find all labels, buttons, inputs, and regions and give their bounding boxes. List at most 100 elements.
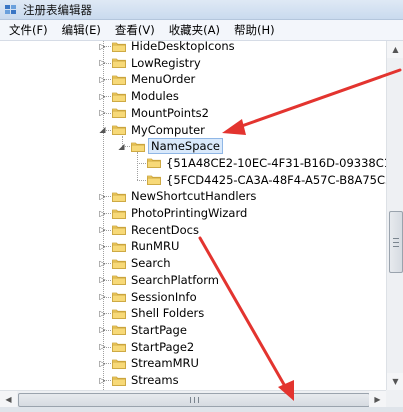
- vertical-scrollbar[interactable]: ▲ ▼: [386, 41, 403, 390]
- menu-bar: 文件(F) 编辑(E) 查看(V) 收藏夹(A) 帮助(H): [0, 20, 403, 41]
- tree-node-label: SessionInfo: [131, 289, 197, 304]
- tree-branch-line: [137, 179, 146, 181]
- tree-node[interactable]: ▷ RunMRU: [99, 238, 181, 254]
- tree-node[interactable]: ▷ HideDesktopIcons: [99, 41, 237, 54]
- tree-node[interactable]: ▷ StreamMRU: [99, 355, 201, 371]
- window-title: 注册表编辑器: [23, 2, 92, 17]
- menu-view[interactable]: 查看(V): [108, 20, 162, 40]
- folder-icon: [112, 107, 126, 119]
- tree-node[interactable]: ▷ NewShortcutHandlers: [99, 188, 258, 204]
- expand-arrow-icon[interactable]: ▷: [98, 339, 107, 355]
- horizontal-scrollbar[interactable]: ◀ ▶: [0, 390, 386, 408]
- menu-help[interactable]: 帮助(H): [227, 20, 282, 40]
- tree-node[interactable]: ▷ Modules: [99, 88, 181, 104]
- folder-icon: [112, 91, 126, 102]
- tree-node[interactable]: ▷ Shell Folders: [99, 305, 206, 321]
- tree-node-label: {51A48CE2-10EC-4F31-B16D-09338C1D2FDF}: [166, 155, 386, 170]
- folder-icon: [112, 375, 126, 386]
- tree-guide-line: [122, 135, 123, 147]
- tree-node[interactable]: ▷ SearchPlatform: [99, 272, 221, 288]
- tree-node[interactable]: ▷ StartPage: [99, 322, 189, 338]
- scrollbar-corner: [386, 390, 403, 407]
- menu-favorites[interactable]: 收藏夹(A): [162, 20, 227, 40]
- tree-node-clsid[interactable]: {5FCD4425-CA3A-48F4-A57C-B8A75C32ACB1}: [147, 172, 386, 188]
- folder-icon: [112, 274, 126, 286]
- tree-node[interactable]: ▷ SessionInfo: [99, 289, 199, 305]
- tree-node[interactable]: ▷ StartPage2: [99, 339, 196, 355]
- scroll-left-button[interactable]: ◀: [0, 391, 17, 408]
- expand-arrow-icon[interactable]: ▷: [98, 272, 107, 288]
- vertical-scroll-thumb[interactable]: [389, 211, 403, 273]
- tree-node-label: Shell Folders: [131, 306, 205, 321]
- expand-arrow-icon[interactable]: ▷: [98, 105, 107, 121]
- tree-node-label: PhotoPrintingWizard: [131, 206, 248, 220]
- registry-key-tree[interactable]: ▷ HideDesktopIcons ▷ LowRegistry ▷ MenuOrder ▷…: [0, 41, 386, 390]
- expand-arrow-icon[interactable]: ▷: [98, 222, 107, 238]
- folder-icon: [112, 124, 126, 135]
- expand-arrow-icon[interactable]: ▷: [98, 238, 107, 254]
- menu-edit[interactable]: 编辑(E): [55, 20, 108, 40]
- tree-node[interactable]: ▷ MenuOrder: [99, 71, 197, 87]
- expand-arrow-icon[interactable]: ▷: [98, 71, 107, 87]
- tree-node-label: NewShortcutHandlers: [131, 189, 257, 204]
- tree-node-label: Modules: [131, 89, 179, 104]
- tree-node-label: StreamMRU: [131, 356, 199, 371]
- registry-editor-icon: [4, 4, 18, 16]
- expand-arrow-icon[interactable]: ▷: [98, 55, 107, 71]
- tree-node-label: MountPoints2: [131, 105, 209, 120]
- folder-icon: [112, 324, 126, 336]
- expand-arrow-icon[interactable]: ▷: [98, 372, 107, 388]
- tree-node-label: MenuOrder: [131, 72, 196, 87]
- folder-icon: [112, 258, 126, 269]
- tree-node-label: LowRegistry: [131, 55, 201, 70]
- folder-icon: [147, 157, 161, 169]
- tree-node-label: RecentDocs: [131, 222, 199, 237]
- tree-node[interactable]: ▷ MountPoints2: [99, 105, 211, 121]
- scroll-up-button[interactable]: ▲: [387, 41, 403, 58]
- tree-node-label: Streams: [131, 373, 179, 387]
- scroll-right-button[interactable]: ▶: [369, 391, 386, 408]
- folder-icon: [112, 308, 126, 319]
- tree-node[interactable]: ▷ PhotoPrintingWizard: [99, 205, 249, 221]
- tree-node-label: SearchPlatform: [131, 272, 220, 287]
- title-bar: 注册表编辑器: [0, 0, 403, 20]
- folder-icon: [131, 141, 145, 152]
- expand-arrow-icon[interactable]: ▷: [98, 188, 107, 204]
- folder-icon: [112, 208, 126, 219]
- tree-branch-line: [137, 162, 146, 164]
- folder-icon: [112, 41, 126, 52]
- tree-node-label: NameSpace: [148, 138, 223, 155]
- tree-node-clsid[interactable]: {51A48CE2-10EC-4F31-B16D-09338C1D2FDF}: [147, 155, 386, 171]
- tree-node[interactable]: ▷ Streams: [99, 372, 181, 388]
- tree-node-namespace[interactable]: ◢ NameSpace: [118, 138, 223, 155]
- folder-icon: [112, 191, 126, 202]
- scroll-down-button[interactable]: ▼: [387, 373, 403, 390]
- expand-arrow-icon[interactable]: ▷: [98, 255, 107, 271]
- expand-arrow-icon[interactable]: ▷: [98, 289, 107, 305]
- expand-arrow-icon[interactable]: ▷: [98, 355, 107, 371]
- menu-file[interactable]: 文件(F): [0, 20, 55, 40]
- tree-node-label: StartPage2: [131, 339, 195, 354]
- tree-node-label: HideDesktopIcons: [131, 41, 235, 53]
- horizontal-scroll-thumb[interactable]: [18, 393, 370, 407]
- expand-arrow-icon[interactable]: ▷: [98, 41, 107, 54]
- tree-node-label: Search: [131, 256, 171, 271]
- tree-guide-line: [137, 152, 138, 180]
- folder-icon: [147, 174, 161, 185]
- tree-node-label: StartPage: [131, 322, 187, 337]
- expand-arrow-icon[interactable]: ▷: [98, 322, 107, 338]
- tree-node[interactable]: ▷ RecentDocs: [99, 222, 201, 238]
- expand-arrow-icon[interactable]: ▷: [98, 305, 107, 321]
- tree-node-label: {5FCD4425-CA3A-48F4-A57C-B8A75C32ACB1}: [166, 172, 386, 187]
- tree-node[interactable]: ▷ Search: [99, 255, 173, 271]
- folder-icon: [112, 74, 126, 85]
- folder-icon: [112, 224, 126, 236]
- tree-node[interactable]: ▷ LowRegistry: [99, 55, 203, 71]
- folder-icon: [112, 57, 126, 69]
- folder-icon: [112, 241, 126, 252]
- folder-icon: [112, 341, 126, 352]
- collapse-arrow-icon[interactable]: ◢: [98, 122, 107, 138]
- expand-arrow-icon[interactable]: ▷: [98, 205, 107, 221]
- expand-arrow-icon[interactable]: ▷: [98, 88, 107, 104]
- tree-node-mycomputer[interactable]: ◢ MyComputer: [99, 122, 207, 138]
